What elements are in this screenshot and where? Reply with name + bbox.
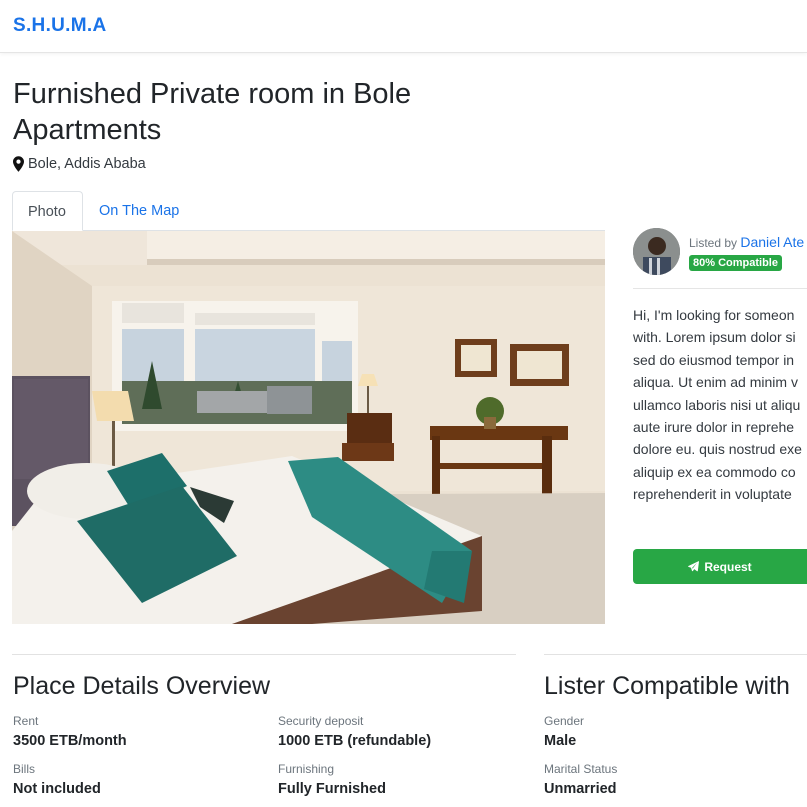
section-divider	[544, 654, 807, 655]
gender-label: Gender	[544, 714, 585, 728]
bio-line: Hi, I'm looking for someon	[633, 307, 795, 323]
listing-location: Bole, Addis Ababa	[13, 156, 146, 172]
bio-line: aute irure dolor in reprehe	[633, 419, 795, 436]
request-button[interactable]: Request	[633, 549, 807, 584]
bio-line: aliqua. Ut enim ad minim v	[633, 374, 798, 391]
listed-by-label: Listed by	[689, 236, 738, 250]
section-divider	[12, 654, 516, 655]
listing-title: Furnished Private room in Bole Apartment…	[13, 78, 412, 146]
bills-value: Not included	[13, 781, 101, 797]
place-details-title: Place Details Overview	[13, 672, 271, 700]
tab-photo[interactable]: Photo	[12, 191, 83, 231]
bio-line: aliquip ex ea commodo co	[633, 463, 796, 480]
rent-value: 3500 ETB/month	[13, 733, 127, 749]
map-marker-icon	[13, 156, 24, 172]
paper-plane-icon	[688, 561, 700, 572]
room-photo	[12, 231, 605, 624]
bio-line: sed do eiusmod tempor in	[633, 351, 795, 368]
avatar-photo	[633, 228, 680, 275]
marital-status-label: Marital Status	[544, 762, 618, 776]
furnishing-label: Furnishing	[278, 762, 335, 776]
compatibility-badge: 80% Compatible	[689, 255, 782, 271]
brand-logo[interactable]: S.H.U.M.A	[13, 15, 106, 37]
rent-label: Rent	[13, 714, 39, 728]
bills-label: Bills	[13, 762, 36, 776]
marital-status-value: Unmarried	[544, 781, 617, 797]
security-deposit-value: 1000 ETB (refundable)	[278, 733, 432, 749]
tab-on-the-map[interactable]: On The Map	[84, 191, 194, 231]
bio-line: with. Lorem ipsum dolor si	[633, 329, 796, 346]
bio-line: reprehenderit in voluptate	[633, 486, 792, 503]
media-tabs: Photo On The Map	[12, 191, 605, 231]
gender-value: Male	[544, 733, 577, 749]
location-text: Bole, Addis Ababa	[28, 156, 146, 172]
lister-compatible-title: Lister Compatible with	[544, 672, 790, 700]
lister-avatar[interactable]	[633, 228, 680, 275]
room-photo-illustration	[12, 231, 605, 624]
bio-line: dolore eu. quis nostrud exe	[633, 441, 802, 458]
lister-name-link[interactable]: Daniel Ate	[740, 234, 804, 250]
furnishing-value: Fully Furnished	[278, 781, 386, 797]
lister-divider	[633, 288, 807, 289]
request-label: Request	[704, 559, 752, 574]
lister-bio: Hi, I'm looking for someon with. Lorem i…	[633, 304, 807, 504]
listed-by: Listed by Daniel Ate	[689, 234, 804, 250]
bio-line: ullamco laboris nisi ut aliqu	[633, 396, 801, 413]
navbar: S.H.U.M.A	[0, 0, 807, 53]
security-deposit-label: Security deposit	[278, 714, 364, 728]
